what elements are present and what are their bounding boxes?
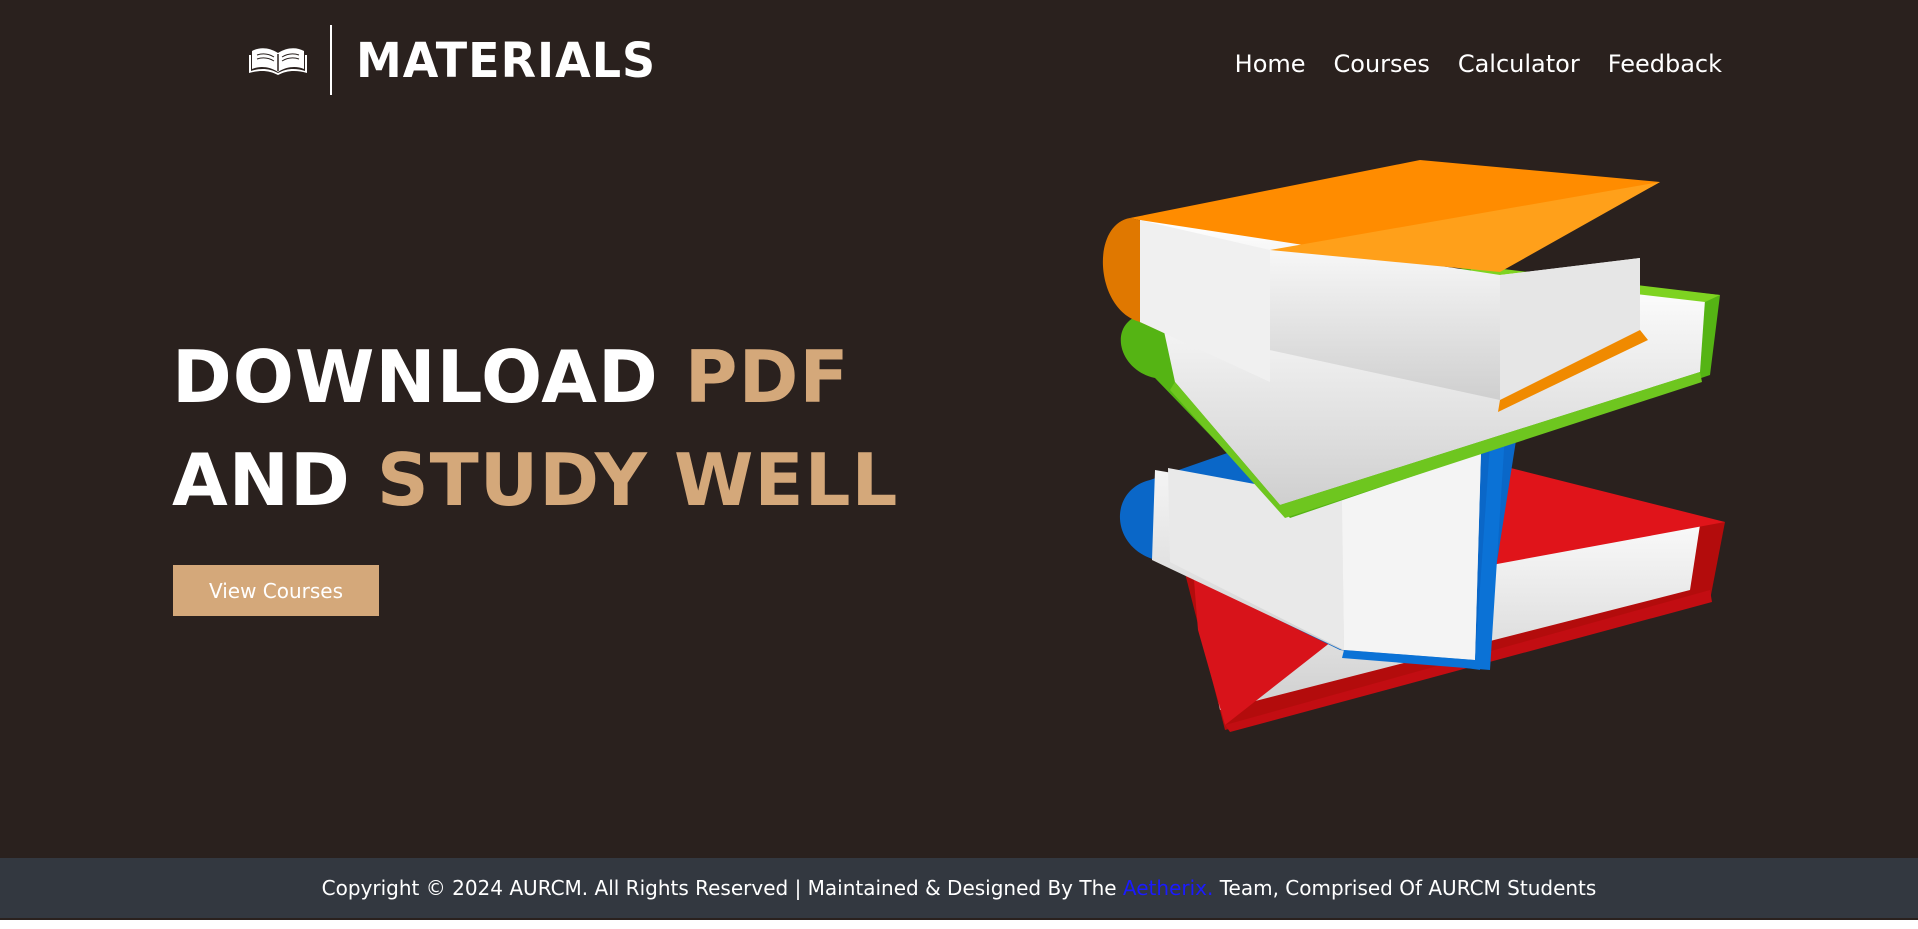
nav-feedback[interactable]: Feedback: [1608, 48, 1722, 80]
hero-title-line1-accent: PDF: [684, 335, 850, 419]
hero-title-line1-white: DOWNLOAD: [172, 335, 685, 419]
site-logo[interactable]: MATERIALS: [248, 24, 656, 96]
footer: Copyright © 2024 AURCM. All Rights Reser…: [0, 858, 1918, 918]
footer-text-after: Team, Comprised Of AURCM Students: [1213, 876, 1597, 900]
nav-calculator[interactable]: Calculator: [1458, 48, 1580, 80]
hero-title-line2-accent: STUDY WELL: [376, 438, 899, 522]
hero-title: DOWNLOAD PDF AND STUDY WELL: [172, 326, 898, 532]
footer-text-before: Copyright © 2024 AURCM. All Rights Reser…: [321, 876, 1123, 900]
logo-divider: [330, 25, 332, 95]
footer-team-link[interactable]: Aetherix.: [1123, 876, 1213, 900]
nav-courses[interactable]: Courses: [1334, 48, 1430, 80]
open-book-icon: [248, 42, 308, 78]
view-courses-button[interactable]: View Courses: [173, 565, 379, 616]
logo-text: MATERIALS: [356, 31, 657, 89]
nav-home[interactable]: Home: [1235, 48, 1306, 80]
main-nav: Home Courses Calculator Feedback: [1235, 48, 1722, 80]
page: MATERIALS Home Courses Calculator Feedba…: [0, 0, 1918, 858]
stacked-books-illustration: [1080, 150, 1730, 740]
bottom-strip: [0, 918, 1918, 929]
hero-title-line2-white: AND: [172, 438, 377, 522]
